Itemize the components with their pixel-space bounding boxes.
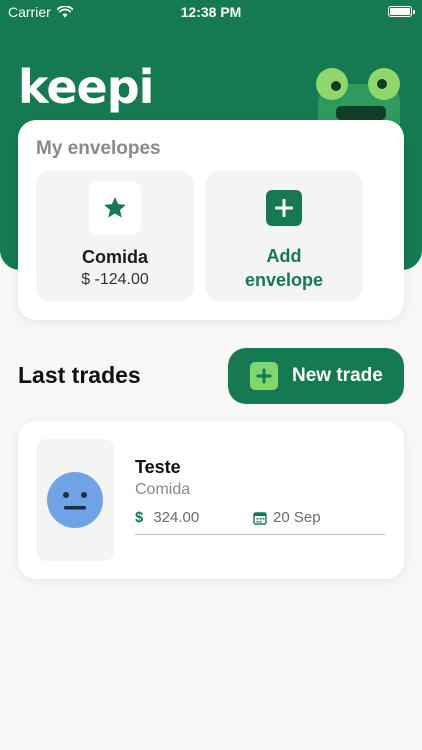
- envelopes-title: My envelopes: [36, 138, 161, 159]
- trade-category: Comida: [135, 481, 191, 498]
- calendar-icon: [253, 511, 267, 525]
- dollar-icon: $: [135, 509, 144, 526]
- add-envelope-label: Add envelope: [205, 244, 363, 292]
- trade-date: 20 Sep: [273, 509, 321, 526]
- add-envelope-label-line1: Add: [266, 246, 302, 266]
- plus-icon: [250, 362, 278, 390]
- status-bar: Carrier 12:38 PM: [0, 0, 422, 24]
- envelope-tile-comida[interactable]: Comida $ -124.00: [36, 170, 194, 302]
- plus-icon: [266, 190, 302, 226]
- trade-meta: $ 324.00 20 Sep: [135, 509, 385, 535]
- trade-title: Teste: [135, 457, 181, 477]
- envelope-icon-box: [89, 182, 141, 234]
- envelope-name: Comida: [81, 247, 148, 267]
- trade-amount: 324.00: [153, 509, 200, 526]
- neutral-face-icon: [47, 472, 103, 528]
- new-trade-label: New trade: [292, 365, 383, 386]
- last-trades-title: Last trades: [18, 362, 141, 388]
- new-trade-button[interactable]: New trade: [228, 348, 404, 404]
- trade-thumbnail: [36, 439, 114, 561]
- trade-date-group: 20 Sep: [253, 509, 321, 526]
- trade-amount-group: $ 324.00: [135, 509, 199, 526]
- add-envelope-label-line2: envelope: [244, 270, 324, 290]
- status-time: 12:38 PM: [180, 4, 242, 20]
- add-envelope-button[interactable]: Add envelope: [205, 170, 363, 302]
- envelopes-card: My envelopes Comida $ -124.00 Add envelo…: [18, 120, 404, 320]
- envelope-amount: $ -124.00: [81, 271, 149, 288]
- trade-item[interactable]: Teste Comida $ 324.00 20 Sep: [18, 421, 404, 579]
- star-icon: [104, 196, 126, 218]
- app-logo: keepi: [18, 60, 154, 114]
- battery-icon: [388, 6, 415, 17]
